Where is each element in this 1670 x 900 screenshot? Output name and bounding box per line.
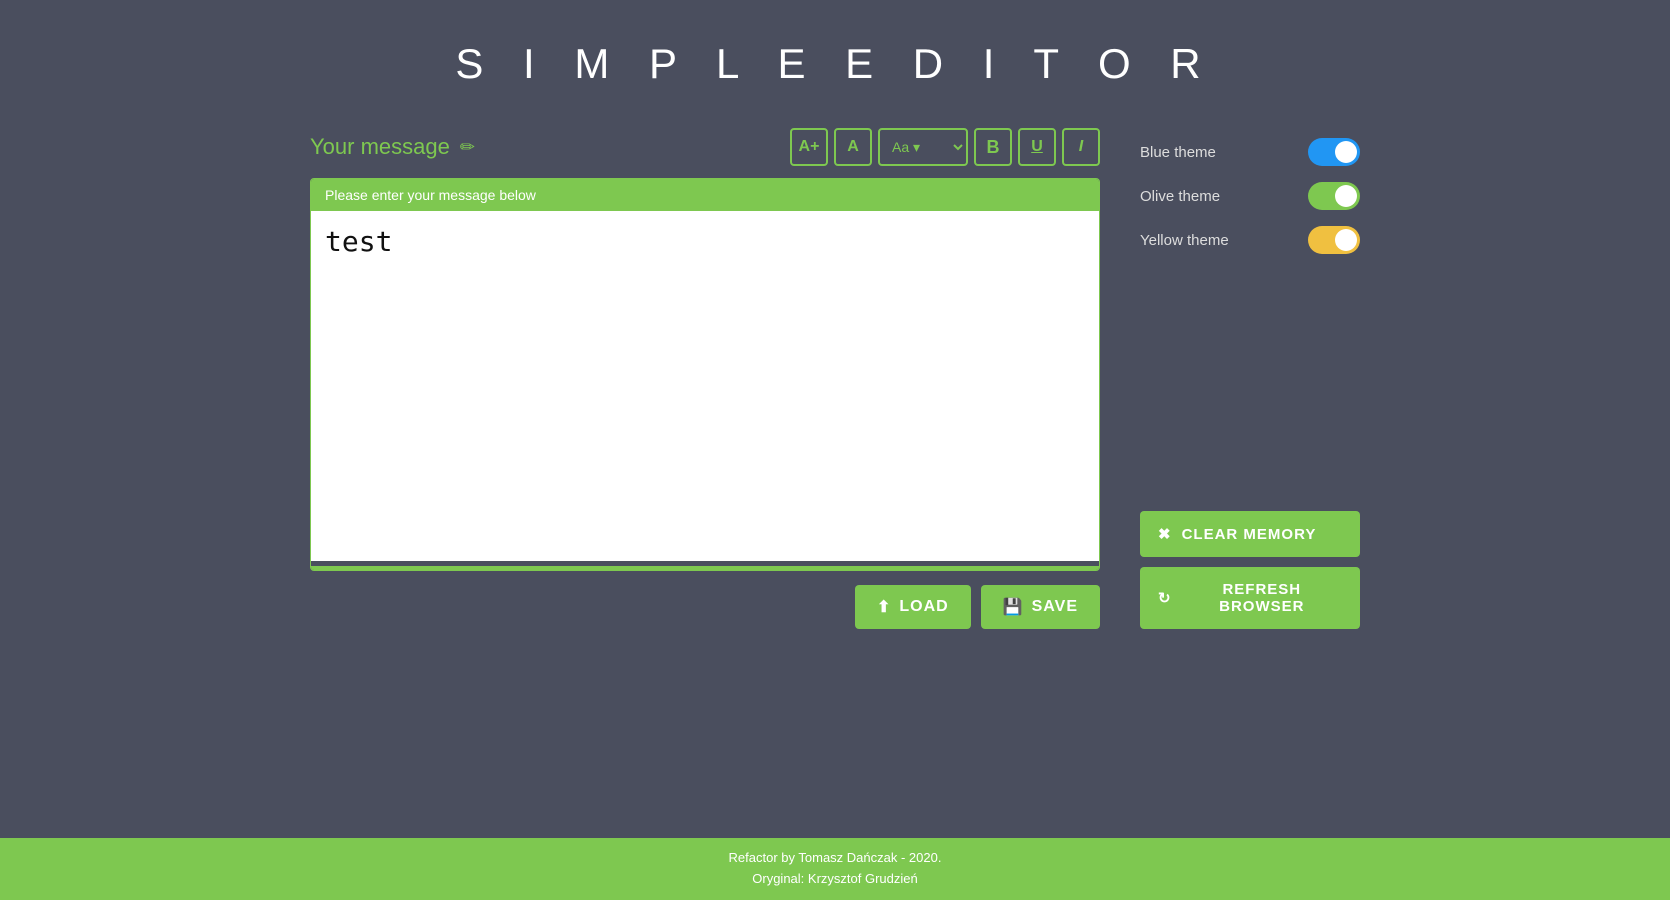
olive-theme-toggle[interactable] [1308,182,1360,210]
theme-row-blue: Blue theme [1140,138,1360,166]
decrease-font-button[interactable]: A [834,128,872,166]
textarea-wrapper: Please enter your message below test [310,178,1100,571]
load-button[interactable]: ⬆ LOAD [855,585,971,629]
sidebar-buttons: ✖ CLEAR MEMORY ↻ REFRESH BROWSER [1140,511,1360,629]
theme-section: Blue theme Olive theme Yellow theme [1140,138,1360,254]
refresh-icon: ↻ [1158,589,1172,607]
theme-row-olive: Olive theme [1140,182,1360,210]
buttons-row: ⬆ LOAD 💾 SAVE [310,585,1100,629]
blue-theme-toggle[interactable] [1308,138,1360,166]
increase-font-button[interactable]: A+ [790,128,828,166]
clear-memory-icon: ✖ [1158,525,1172,543]
italic-button[interactable]: I [1062,128,1100,166]
textarea-bottom-border [311,566,1099,570]
editor-container: Your message ✏ A+ A Aa ▾ Small Medium La… [310,128,1100,629]
yellow-theme-label: Yellow theme [1140,232,1229,249]
message-textarea[interactable]: test [311,211,1099,561]
font-size-dropdown[interactable]: Aa ▾ Small Medium Large [878,128,968,166]
footer: Refactor by Tomasz Dańczak - 2020. Orygi… [0,838,1670,900]
placeholder-bar: Please enter your message below [311,179,1099,211]
refresh-browser-button[interactable]: ↻ REFRESH BROWSER [1140,567,1360,629]
toolbar: A+ A Aa ▾ Small Medium Large B [790,128,1100,166]
main-content: S I M P L E E D I T O R Your message ✏ A… [0,0,1670,838]
clear-memory-button[interactable]: ✖ CLEAR MEMORY [1140,511,1360,557]
app-title: S I M P L E E D I T O R [455,40,1214,88]
sidebar: Blue theme Olive theme Yellow theme [1140,128,1360,629]
olive-theme-label: Olive theme [1140,188,1220,205]
bold-button[interactable]: B [974,128,1012,166]
editor-section: Your message ✏ A+ A Aa ▾ Small Medium La… [235,128,1435,629]
save-icon: 💾 [1003,597,1024,617]
yellow-theme-toggle[interactable] [1308,226,1360,254]
message-label: Your message ✏ [310,134,475,160]
blue-theme-label: Blue theme [1140,144,1216,161]
load-icon: ⬆ [877,597,891,617]
save-button[interactable]: 💾 SAVE [981,585,1100,629]
theme-row-yellow: Yellow theme [1140,226,1360,254]
editor-header: Your message ✏ A+ A Aa ▾ Small Medium La… [310,128,1100,166]
edit-icon[interactable]: ✏ [460,137,475,158]
footer-text: Refactor by Tomasz Dańczak - 2020. Orygi… [10,848,1660,890]
underline-button[interactable]: U [1018,128,1056,166]
